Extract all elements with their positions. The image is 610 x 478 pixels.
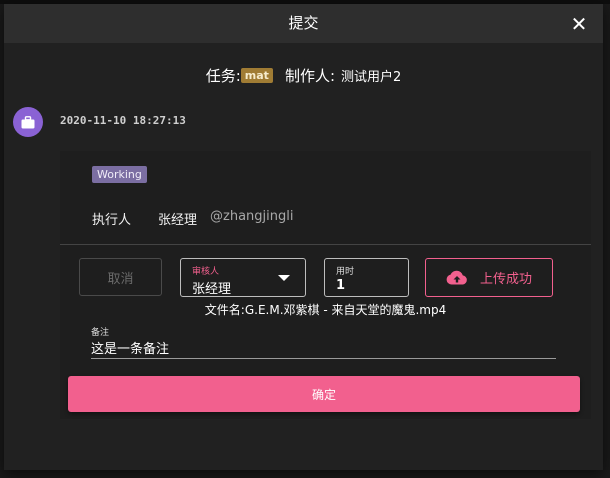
divider: [60, 244, 591, 245]
note-input[interactable]: 这是一条备注: [91, 338, 169, 357]
creator-value: 测试用户2: [341, 70, 402, 85]
dialog-titlebar: 提交 ✕: [4, 4, 603, 43]
avatar: [13, 107, 43, 137]
reviewer-label: 审核人: [192, 267, 220, 277]
confirm-button[interactable]: 确定: [68, 376, 580, 412]
close-button[interactable]: ✕: [555, 4, 603, 43]
upload-button[interactable]: 上传成功: [425, 258, 553, 297]
reviewer-value: 张经理: [192, 282, 232, 297]
submit-dialog: 提交 ✕ 任务: mat 制作人: 测试用户2 2020-11-10 18:27:13…: [4, 4, 603, 470]
task-label: 任务:: [205, 67, 241, 85]
executor-handle: @zhangjingli: [210, 209, 294, 224]
creator-label: 制作人:: [284, 67, 335, 85]
note-underline: [91, 358, 556, 359]
dialog-title: 提交: [288, 14, 319, 32]
upload-label: 上传成功: [479, 272, 532, 287]
entry-timestamp: 2020-11-10 18:27:13: [60, 114, 186, 127]
close-icon: ✕: [570, 11, 588, 36]
file-name: 文件名:G.E.M.邓紫棋 - 来自天堂的魔鬼.mp4: [204, 303, 447, 317]
task-badge: mat: [240, 68, 273, 83]
briefcase-icon: [21, 115, 35, 128]
duration-field[interactable]: 用时 1: [324, 258, 409, 297]
duration-value: 1: [336, 278, 346, 293]
duration-label: 用时: [336, 267, 355, 277]
cancel-button[interactable]: 取消: [79, 258, 162, 296]
submission-card: Working 执行人 张经理 @zhangjingli 取消 审核人 张经理 …: [60, 151, 591, 419]
note-label: 备注: [91, 328, 110, 338]
executor-label: 执行人: [92, 213, 132, 228]
cloud-upload-icon: [446, 270, 467, 285]
status-badge: Working: [92, 166, 147, 183]
chevron-down-icon: [278, 275, 290, 281]
executor-name: 张经理: [158, 213, 198, 228]
task-info: 任务: mat 制作人: 测试用户2: [4, 65, 603, 86]
reviewer-select[interactable]: 审核人 张经理: [180, 258, 306, 297]
